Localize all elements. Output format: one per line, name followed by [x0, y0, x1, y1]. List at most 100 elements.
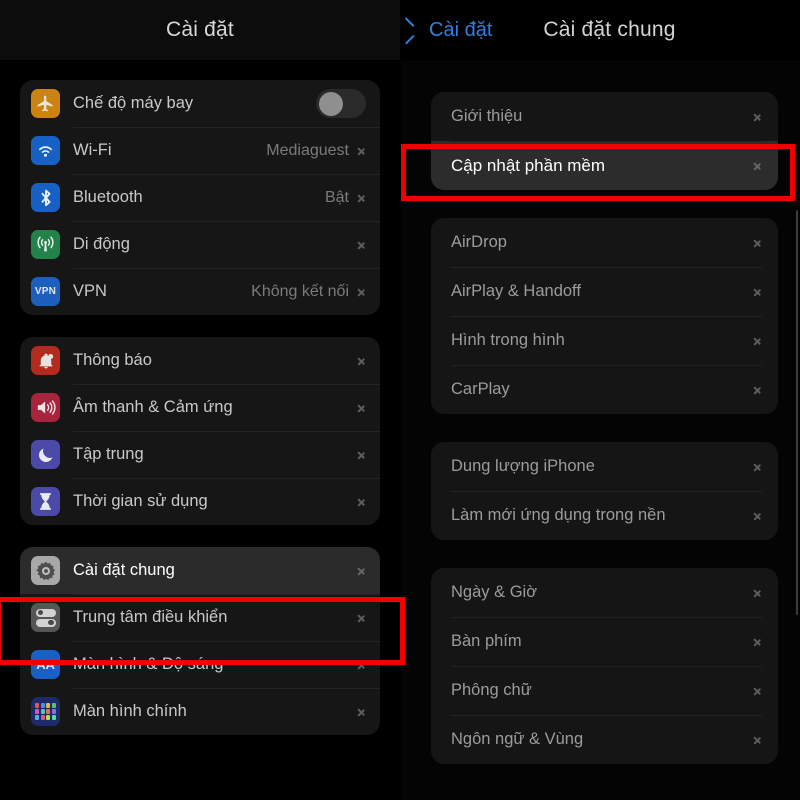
scrollbar-indicator[interactable] [796, 210, 798, 615]
settings-row-label: Màn hình chính [73, 702, 187, 720]
detail-scroll-content: Giới thiệu Cập nhật phần mềm AirDrop AirPla… [401, 60, 800, 764]
disclosure-chevron-icon [358, 705, 366, 719]
detail-nav-bar: Cài đặt Cài đặt chung [401, 0, 800, 60]
detail-title: Cài đặt chung [543, 18, 676, 41]
settings-group: Cài đặt chung Trung tâm điều khiển AA Màn h… [20, 547, 380, 735]
settings-row[interactable]: Cài đặt chung [20, 547, 380, 594]
wifi-icon [31, 136, 60, 165]
settings-row[interactable]: Hình trong hình [431, 316, 778, 365]
settings-row-label: Trung tâm điều khiển [73, 608, 228, 626]
cellular-icon [31, 230, 60, 259]
settings-row[interactable]: Âm thanh & Cảm ứng [20, 384, 380, 431]
control-center-icon [31, 603, 60, 632]
settings-row[interactable]: Ngôn ngữ & Vùng [431, 715, 778, 764]
disclosure-chevron-icon [358, 611, 366, 625]
disclosure-chevron-icon [358, 495, 366, 509]
settings-row-label: AirPlay & Handoff [451, 282, 581, 300]
settings-sidebar-panel: Cài đặt Chế độ máy bay Wi-Fi Mediaguest Blu… [0, 0, 400, 800]
disclosure-chevron-icon [358, 564, 366, 578]
settings-row-label: Bàn phím [451, 632, 522, 650]
settings-row-label: Màn hình & Độ sáng [73, 655, 224, 673]
bluetooth-icon [31, 183, 60, 212]
settings-row-label: Wi-Fi [73, 141, 112, 159]
settings-row-label: Thông báo [73, 351, 152, 369]
settings-group: Giới thiệu Cập nhật phần mềm [431, 92, 778, 190]
settings-group: Ngày & Giờ Bàn phím Phông chữ Ngôn ngữ & Vù… [431, 568, 778, 764]
back-button-label: Cài đặt [429, 18, 493, 41]
settings-row-label: CarPlay [451, 380, 510, 398]
settings-row[interactable]: Phông chữ [431, 666, 778, 715]
disclosure-chevron-icon [358, 401, 366, 415]
disclosure-chevron-icon [358, 285, 366, 299]
disclosure-chevron-icon [754, 586, 762, 600]
sidebar-scroll-content: Chế độ máy bay Wi-Fi Mediaguest Bluetooth Bậ… [0, 60, 400, 735]
gear-icon [31, 556, 60, 585]
display-aa-icon: AA [31, 650, 60, 679]
settings-row[interactable]: AA Màn hình & Độ sáng [20, 641, 380, 688]
settings-row[interactable]: Thông báo [20, 337, 380, 384]
bell-icon [31, 346, 60, 375]
sidebar-nav-bar: Cài đặt [0, 0, 400, 60]
moon-icon [31, 440, 60, 469]
sidebar-title: Cài đặt [166, 18, 234, 41]
settings-row[interactable]: CarPlay [431, 365, 778, 414]
settings-row-label: Chế độ máy bay [73, 94, 194, 112]
hourglass-icon [31, 487, 60, 516]
disclosure-chevron-icon [754, 236, 762, 250]
settings-group: Dung lượng iPhone Làm mới ứng dụng trong … [431, 442, 778, 540]
disclosure-chevron-icon [358, 354, 366, 368]
settings-row[interactable]: Giới thiệu [431, 92, 778, 141]
settings-group: Thông báo Âm thanh & Cảm ứng Tập trung Thời… [20, 337, 380, 525]
settings-row[interactable]: Làm mới ứng dụng trong nền [431, 491, 778, 540]
disclosure-chevron-icon [358, 191, 366, 205]
settings-row-label: Ngôn ngữ & Vùng [451, 730, 584, 748]
settings-row[interactable]: AirPlay & Handoff [431, 267, 778, 316]
toggle-knob [318, 91, 343, 116]
settings-row-label: Phông chữ [451, 681, 532, 699]
disclosure-chevron-icon [754, 334, 762, 348]
settings-row[interactable]: VPN VPN Không kết nối [20, 268, 380, 315]
settings-row-label: Hình trong hình [451, 331, 565, 349]
settings-row-label: VPN [73, 282, 107, 300]
settings-row-label: Cài đặt chung [73, 561, 175, 579]
settings-row-label: Tập trung [73, 445, 144, 463]
settings-row[interactable]: Wi-Fi Mediaguest [20, 127, 380, 174]
disclosure-chevron-icon [754, 635, 762, 649]
disclosure-chevron-icon [754, 733, 762, 747]
settings-row-label: Làm mới ứng dụng trong nền [451, 506, 666, 524]
settings-row[interactable]: Ngày & Giờ [431, 568, 778, 617]
disclosure-chevron-icon [358, 658, 366, 672]
settings-row[interactable]: Cập nhật phần mềm [431, 141, 778, 190]
settings-row-value: Mediaguest [266, 141, 349, 159]
disclosure-chevron-icon [754, 684, 762, 698]
disclosure-chevron-icon [358, 238, 366, 252]
disclosure-chevron-icon [358, 144, 366, 158]
settings-row[interactable]: Bàn phím [431, 617, 778, 666]
settings-row[interactable]: Tập trung [20, 431, 380, 478]
settings-group: AirDrop AirPlay & Handoff Hình trong hình C… [431, 218, 778, 414]
settings-row[interactable]: AirDrop [431, 218, 778, 267]
airplane-icon [31, 89, 60, 118]
disclosure-chevron-icon [754, 460, 762, 474]
settings-row[interactable]: Màn hình chính [20, 688, 380, 735]
settings-row[interactable]: Thời gian sử dụng [20, 478, 380, 525]
settings-row[interactable]: Chế độ máy bay [20, 80, 380, 127]
settings-row[interactable]: Trung tâm điều khiển [20, 594, 380, 641]
back-chevron-icon [413, 21, 424, 40]
speaker-icon [31, 393, 60, 422]
settings-row[interactable]: Di động [20, 221, 380, 268]
settings-row-label: Bluetooth [73, 188, 143, 206]
disclosure-chevron-icon [358, 448, 366, 462]
settings-row[interactable]: Bluetooth Bật [20, 174, 380, 221]
settings-row-label: Giới thiệu [451, 107, 523, 125]
settings-group: Chế độ máy bay Wi-Fi Mediaguest Bluetooth Bậ… [20, 80, 380, 315]
settings-row-label: AirDrop [451, 233, 507, 251]
settings-row-label: Âm thanh & Cảm ứng [73, 398, 233, 416]
back-button[interactable]: Cài đặt [413, 0, 492, 60]
settings-row-label: Ngày & Giờ [451, 583, 538, 601]
airplane-mode-toggle[interactable] [316, 89, 366, 118]
settings-row-value: Bật [324, 188, 349, 206]
disclosure-chevron-icon [754, 285, 762, 299]
settings-row-value: Không kết nối [251, 282, 349, 300]
settings-row[interactable]: Dung lượng iPhone [431, 442, 778, 491]
